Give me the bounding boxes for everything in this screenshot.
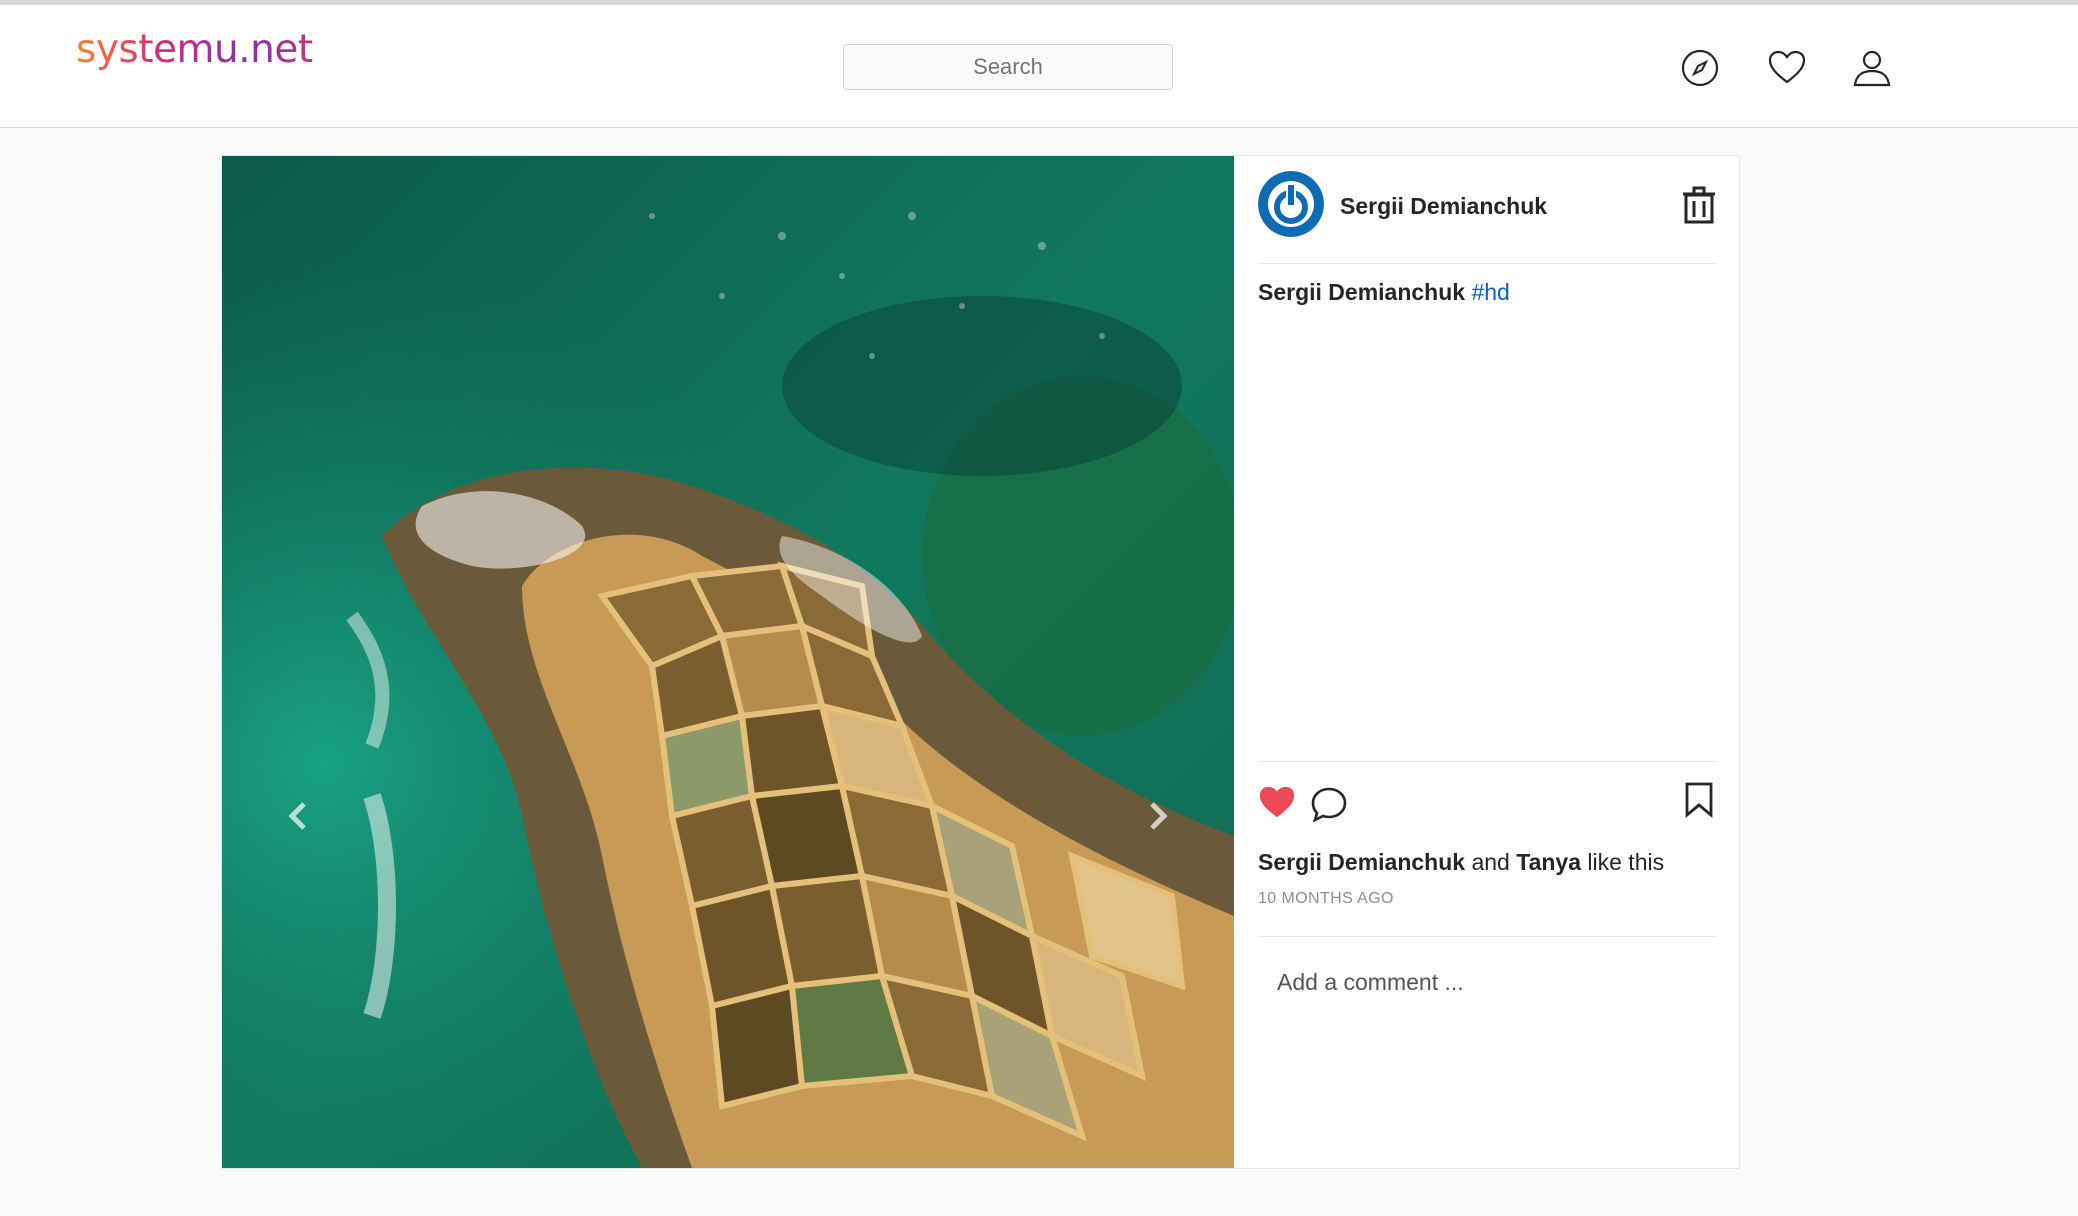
caption-author[interactable]: Sergii Demianchuk <box>1258 279 1465 305</box>
post-card: Sergii Demianchuk Sergii Demianchuk #hd … <box>221 155 1740 1169</box>
compass-icon[interactable] <box>1680 48 1720 88</box>
top-navbar: systemu.net <box>0 5 2078 128</box>
divider <box>1258 263 1716 264</box>
liker-name[interactable]: Sergii Demianchuk <box>1258 849 1465 875</box>
divider <box>1258 761 1716 762</box>
liker-name[interactable]: Tanya <box>1516 849 1581 875</box>
heart-icon[interactable] <box>1767 48 1807 88</box>
likes-summary: Sergii Demianchuk and Tanya like this <box>1258 849 1664 876</box>
post-sidebar: Sergii Demianchuk Sergii Demianchuk #hd … <box>1258 156 1716 1168</box>
comment-input[interactable] <box>1258 942 1716 1022</box>
bookmark-icon[interactable] <box>1683 782 1715 818</box>
trash-icon[interactable] <box>1682 186 1716 224</box>
post-timestamp: 10 MONTHS AGO <box>1258 890 1394 907</box>
search-input[interactable] <box>843 44 1173 90</box>
previous-image-arrow-icon[interactable] <box>278 796 318 836</box>
avatar[interactable] <box>1258 171 1324 237</box>
divider <box>1258 936 1716 937</box>
hashtag-link[interactable]: #hd <box>1471 279 1509 305</box>
post-image[interactable] <box>222 156 1234 1168</box>
next-image-arrow-icon[interactable] <box>1138 796 1178 836</box>
aerial-salt-pans-image <box>222 156 1234 1168</box>
post-caption: Sergii Demianchuk #hd <box>1258 279 1510 306</box>
user-icon[interactable] <box>1852 48 1892 88</box>
post-author-name[interactable]: Sergii Demianchuk <box>1340 193 1547 220</box>
likes-connector: and <box>1471 849 1510 875</box>
like-heart-icon[interactable] <box>1258 784 1296 820</box>
logo[interactable]: systemu.net <box>76 27 313 72</box>
comment-icon[interactable] <box>1310 786 1348 822</box>
likes-suffix: like this <box>1587 849 1665 875</box>
